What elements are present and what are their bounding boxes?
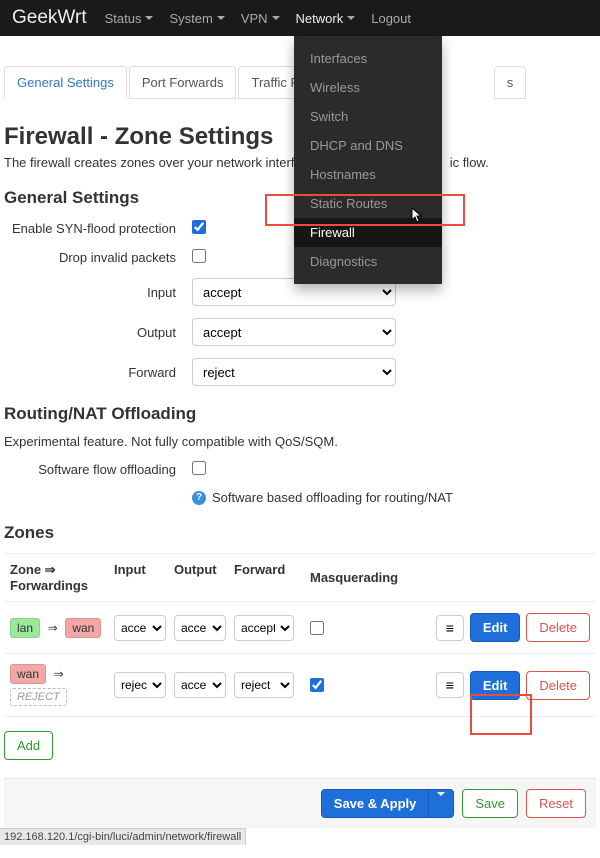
navbar: GeekWrt Status System VPN Network Logout [0, 0, 600, 36]
nav-logout[interactable]: Logout [371, 11, 411, 26]
dd-interfaces[interactable]: Interfaces [294, 44, 442, 73]
th-output: Output [174, 562, 234, 593]
forward-select[interactable]: reject [192, 358, 396, 386]
dd-wireless[interactable]: Wireless [294, 73, 442, 102]
wan-input-select[interactable]: reject [114, 672, 166, 698]
wan-delete-button[interactable]: Delete [526, 671, 590, 700]
forward-label: Forward [4, 365, 192, 380]
wan-output-select[interactable]: accept [174, 672, 226, 698]
brand[interactable]: GeekWrt [12, 7, 87, 29]
zone-badge-wan: wan [65, 618, 101, 638]
lan-input-select[interactable]: accept [114, 615, 166, 641]
nav-network[interactable]: Network [296, 11, 356, 26]
output-select[interactable]: accept [192, 318, 396, 346]
zone-badge-reject: REJECT [10, 688, 67, 706]
dd-diagnostics[interactable]: Diagnostics [294, 247, 442, 276]
wan-forward-select[interactable]: reject [234, 672, 294, 698]
reset-button[interactable]: Reset [526, 789, 586, 818]
lan-forward-select[interactable]: accept [234, 615, 294, 641]
help-icon: ? [192, 491, 206, 505]
dd-hostnames[interactable]: Hostnames [294, 160, 442, 189]
sw-offload-checkbox[interactable] [192, 461, 206, 475]
offload-desc: Experimental feature. Not fully compatib… [4, 434, 596, 449]
arrow-icon: ⇒ [54, 667, 64, 681]
wan-edit-button[interactable]: Edit [470, 671, 521, 700]
offload-help: ? Software based offloading for routing/… [192, 490, 596, 505]
zone-row-lan: lan ⇒ wan accept accept accept ≡ Edit De… [4, 602, 596, 654]
status-bar-url: 192.168.120.1/cgi-bin/luci/admin/network… [0, 828, 246, 845]
tab-port-forwards[interactable]: Port Forwards [129, 66, 237, 99]
dd-switch[interactable]: Switch [294, 102, 442, 131]
lan-delete-button[interactable]: Delete [526, 613, 590, 642]
footer-actions: Save & Apply Save Reset [4, 778, 596, 828]
drop-label: Drop invalid packets [4, 250, 192, 265]
lan-edit-button[interactable]: Edit [470, 613, 521, 642]
caret-icon [145, 16, 153, 20]
syn-checkbox[interactable] [192, 220, 206, 234]
wan-menu-button[interactable]: ≡ [436, 672, 464, 698]
drop-checkbox[interactable] [192, 249, 206, 263]
zone-badge-lan: lan [10, 618, 40, 638]
th-forward: Forward [234, 562, 306, 593]
caret-icon [347, 16, 355, 20]
network-dropdown: Interfaces Wireless Switch DHCP and DNS … [294, 36, 442, 284]
mouse-cursor-icon [408, 207, 424, 228]
caret-icon [272, 16, 280, 20]
th-zone: Zone ⇒ Forwardings [4, 562, 114, 593]
sw-offload-label: Software flow offloading [4, 462, 192, 477]
tab-obscured[interactable]: s [494, 66, 527, 99]
syn-label: Enable SYN-flood protection [4, 221, 192, 236]
save-button[interactable]: Save [462, 789, 518, 818]
save-apply-dropdown[interactable] [428, 789, 454, 818]
nav-vpn[interactable]: VPN [241, 11, 280, 26]
th-input: Input [114, 562, 174, 593]
caret-icon [437, 792, 445, 811]
zones-table: Zone ⇒ Forwardings Input Output Forward … [4, 553, 596, 717]
offload-heading: Routing/NAT Offloading [4, 404, 596, 424]
th-masq: Masquerading [306, 562, 396, 593]
arrow-icon: ⇒ [48, 621, 58, 635]
zone-row-wan: wan ⇒ REJECT reject accept reject ≡ Edit… [4, 654, 596, 717]
lan-masq-checkbox[interactable] [310, 621, 324, 635]
nav-status[interactable]: Status [105, 11, 154, 26]
lan-output-select[interactable]: accept [174, 615, 226, 641]
input-label: Input [4, 285, 192, 300]
zone-badge-wan: wan [10, 664, 46, 684]
dd-dhcp-dns[interactable]: DHCP and DNS [294, 131, 442, 160]
lan-menu-button[interactable]: ≡ [436, 615, 464, 641]
wan-masq-checkbox[interactable] [310, 678, 324, 692]
caret-icon [217, 16, 225, 20]
save-apply-button[interactable]: Save & Apply [321, 789, 430, 818]
output-label: Output [4, 325, 192, 340]
add-zone-button[interactable]: Add [4, 731, 53, 760]
nav-system[interactable]: System [169, 11, 224, 26]
zones-heading: Zones [4, 523, 596, 543]
tab-general-settings[interactable]: General Settings [4, 66, 127, 99]
